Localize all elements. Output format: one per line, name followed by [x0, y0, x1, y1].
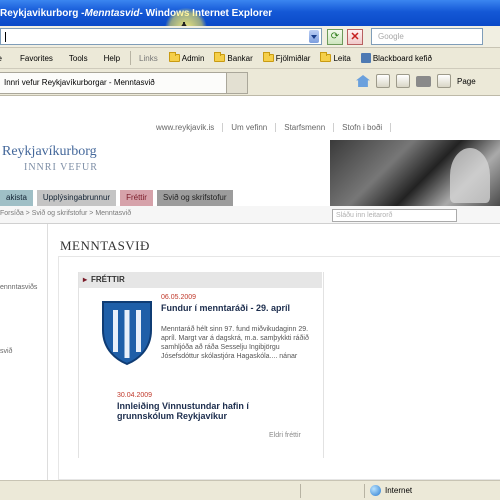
web-page: www.reykjavik.is Um vefinn Starfsmenn St… [0, 96, 500, 480]
nav-tab-news[interactable]: Fréttir [120, 190, 153, 206]
menu-help[interactable]: Help [96, 54, 128, 63]
top-link-about[interactable]: Um vefinn [223, 122, 277, 132]
menu-file[interactable]: File [0, 54, 12, 63]
news-panel: FRÉTTIR 06.05.2009 Fundur í menntaráði -… [78, 272, 322, 458]
top-link-staff[interactable]: Starfsmenn [276, 122, 335, 132]
home-icon[interactable] [356, 75, 370, 87]
news-date: 06.05.2009 [161, 294, 197, 301]
menu-tools[interactable]: Tools [61, 54, 96, 63]
link-admin[interactable]: Admin [164, 52, 210, 63]
folder-icon [262, 52, 274, 62]
blackboard-icon [360, 53, 371, 63]
menu-bar: File Favorites Tools Help Links Admin Ba… [0, 48, 500, 69]
right-column [323, 272, 500, 458]
window-title-prefix: Reykjavikurborg - [0, 7, 85, 19]
zone-label: Internet [385, 486, 413, 495]
link-bankar[interactable]: Bankar [209, 52, 257, 63]
folder-icon [214, 52, 226, 62]
new-tab-button[interactable] [226, 72, 248, 94]
news-summary: Menntaráð hélt sinn 97. fund miðvikudagi… [161, 326, 309, 360]
address-bar: ⟳ ✕ Google [0, 26, 500, 48]
folder-icon [168, 52, 180, 62]
left-nav-item[interactable]: svið [0, 348, 12, 355]
tab-bar: Innri vefur Reykjavíkurborgar - Menntasv… [0, 69, 500, 96]
links-label: Links [139, 53, 158, 63]
folder-icon [320, 52, 332, 62]
logo-subtitle: INNRI VEFUR [24, 162, 98, 173]
site-nav-tabs: akista Upplýsingabrunnur Fréttir Svið og… [0, 190, 233, 206]
menu-separator [130, 51, 132, 65]
left-nav: ennntasviðs svið [0, 224, 48, 480]
window-title-suffix: - Windows Internet Explorer [139, 7, 273, 19]
news-heading: FRÉTTIR [79, 272, 322, 288]
nav-tab-info[interactable]: Upplýsingabrunnur [36, 190, 117, 206]
feeds-icon[interactable] [376, 74, 390, 88]
reykjavik-shield-icon [102, 301, 152, 366]
refresh-button[interactable]: ⟳ [327, 28, 343, 45]
news-date: 30.04.2009 [117, 392, 153, 399]
browser-tab[interactable]: Innri vefur Reykjavíkurborgar - Menntasv… [0, 72, 245, 94]
link-blackboard[interactable]: Blackboard kefið [356, 53, 437, 63]
link-leita[interactable]: Leita [315, 52, 355, 63]
link-bankar-label: Bankar [227, 53, 253, 63]
breadcrumb-row: Forsíða > Svið og skrifstofur > Menntasv… [0, 206, 500, 224]
breadcrumb[interactable]: Forsíða > Svið og skrifstofur > Menntasv… [0, 210, 131, 217]
mail-icon[interactable] [396, 74, 410, 88]
window-title-page: Menntasvid [84, 7, 140, 19]
nav-tab-kista[interactable]: akista [0, 190, 33, 206]
page-menu-icon[interactable] [437, 74, 451, 88]
page-menu-label[interactable]: Page [457, 77, 476, 86]
site-top-links: www.reykjavik.is Um vefinn Starfsmenn St… [148, 118, 500, 136]
logo-title: Reykjavíkurborg [2, 144, 97, 159]
older-news-link[interactable]: Eldri fréttir [269, 432, 301, 439]
menu-favorites[interactable]: Favorites [12, 54, 61, 63]
address-input[interactable] [0, 28, 322, 45]
print-icon[interactable] [416, 75, 431, 87]
window-title-bar[interactable]: Reykjavikurborg - Menntasvid - Windows I… [0, 0, 500, 26]
status-separator [364, 484, 365, 498]
news-title[interactable]: Fundur í menntaráði - 29. apríl [161, 303, 311, 313]
globe-icon [370, 485, 381, 496]
left-nav-item[interactable]: ennntasviðs [0, 284, 37, 291]
address-dropdown-icon[interactable] [309, 30, 319, 43]
news-title[interactable]: Innleiðing Vinnustundar hafin í grunnskó… [117, 401, 287, 421]
command-bar: Page [356, 74, 476, 88]
nav-tab-departments[interactable]: Svið og skrifstofur [156, 190, 233, 206]
link-leita-label: Leita [333, 53, 351, 63]
link-fjolmidlar-label: Fjölmiðlar [275, 53, 311, 63]
site-logo[interactable]: Reykjavíkurborg INNRI VEFUR [0, 140, 112, 180]
header-photo [330, 140, 500, 210]
page-title: MENNTASVIÐ [60, 238, 150, 253]
security-zone[interactable]: Internet [370, 485, 412, 496]
stop-button[interactable]: ✕ [347, 28, 363, 45]
text-caret [5, 31, 6, 42]
search-input[interactable]: Google [371, 28, 483, 45]
status-separator [300, 484, 301, 498]
site-search-input[interactable]: Sláðu inn leitarorð [332, 209, 457, 222]
link-admin-label: Admin [181, 53, 205, 63]
top-link-reykjavik[interactable]: www.reykjavik.is [148, 122, 224, 132]
link-fjolmidlar[interactable]: Fjölmiðlar [258, 52, 316, 63]
top-link-services[interactable]: Stofn i boði [334, 122, 392, 132]
status-bar: Internet [0, 480, 500, 500]
link-blackboard-label: Blackboard kefið [372, 53, 432, 63]
